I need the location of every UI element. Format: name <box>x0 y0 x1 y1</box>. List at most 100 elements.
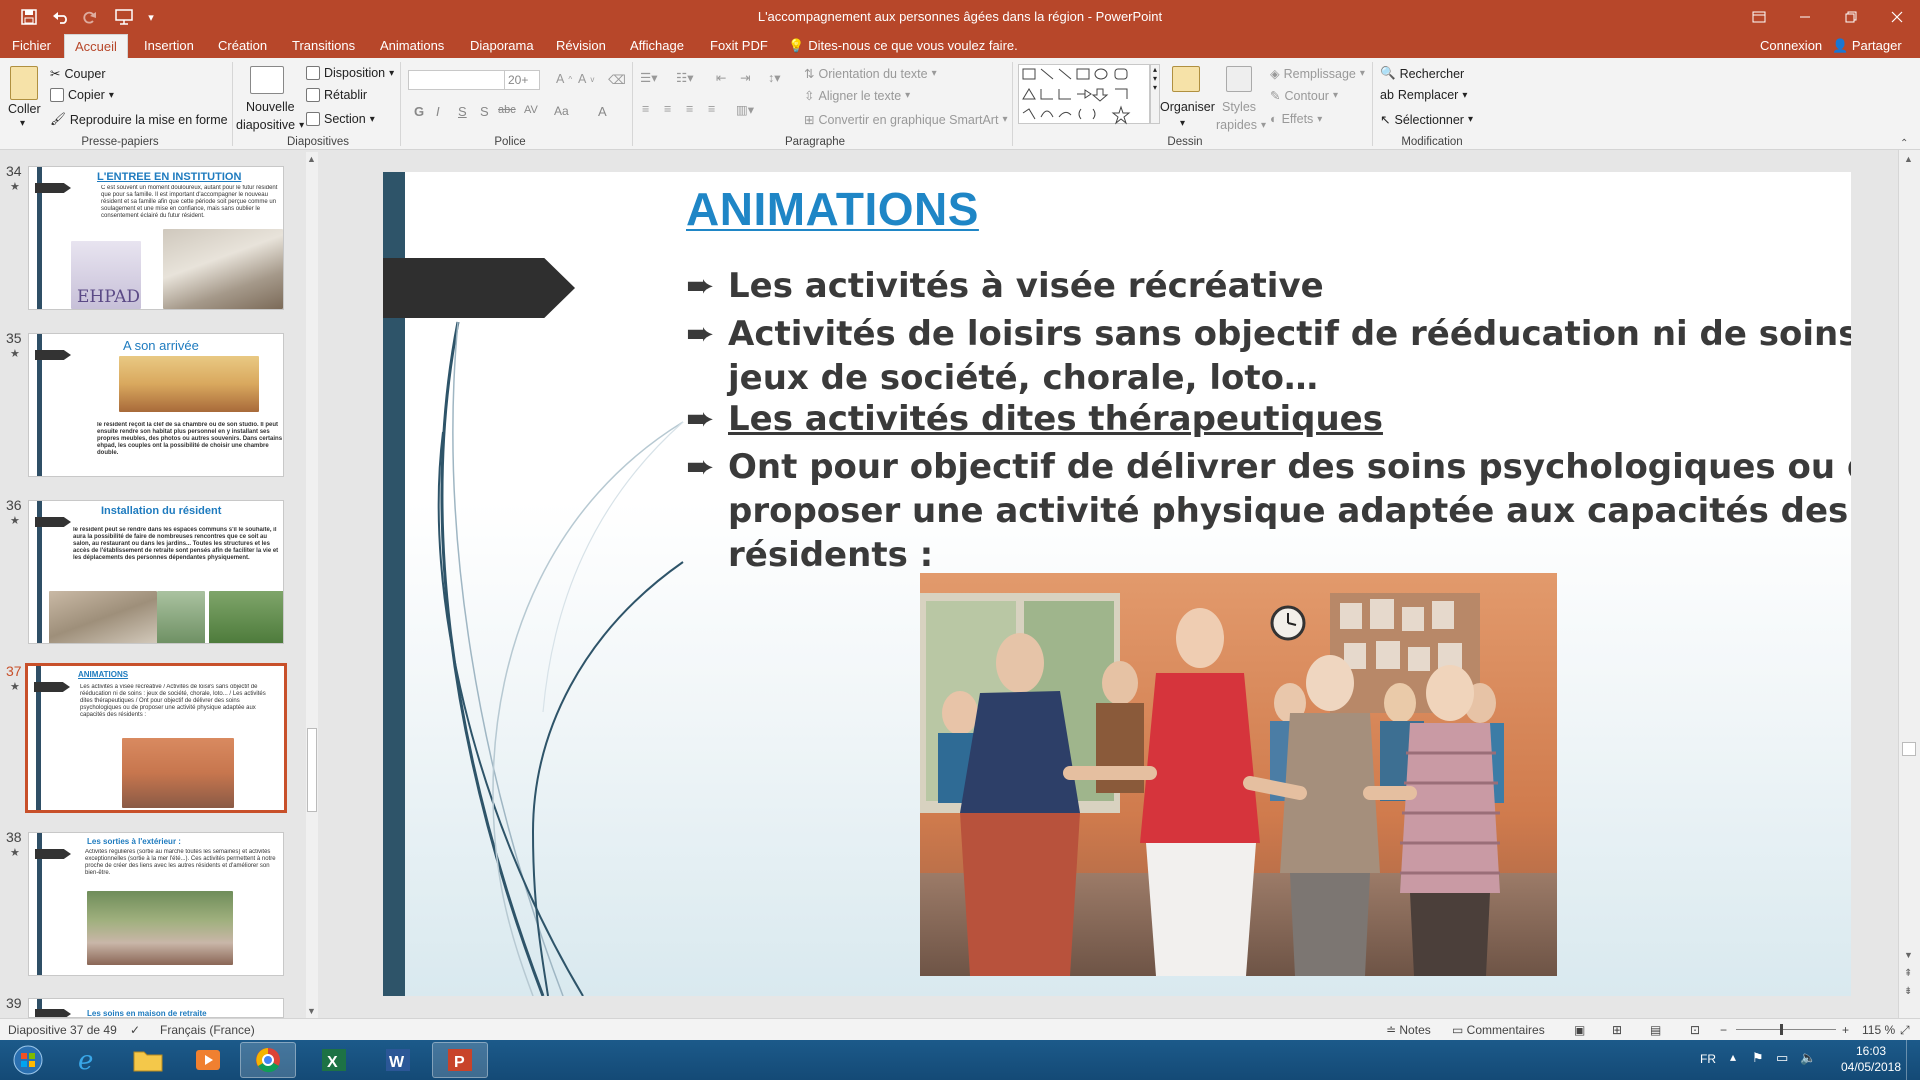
input-language[interactable]: FR <box>1700 1052 1716 1066</box>
previous-slide-icon[interactable]: ⇞ <box>1904 968 1912 979</box>
next-slide-icon[interactable]: ⇟ <box>1904 986 1912 997</box>
copy-button[interactable]: Copier ▾ <box>50 88 114 102</box>
slide-title[interactable]: ANIMATIONS <box>686 182 979 236</box>
notes-button[interactable]: ≐ Notes <box>1386 1023 1431 1037</box>
bullets-icon[interactable]: ☰▾ <box>640 70 657 85</box>
paste-dropdown-icon[interactable]: ▾ <box>20 118 25 129</box>
zoom-slider-thumb[interactable] <box>1780 1024 1783 1035</box>
quick-styles-label-1[interactable]: Styles <box>1222 100 1256 114</box>
tab-animations[interactable]: Animations <box>370 34 454 58</box>
slide-thumbnail-37[interactable]: ANIMATIONS Les activités à visée récréat… <box>25 663 287 813</box>
signin-link[interactable]: Connexion <box>1760 34 1822 58</box>
slide-thumbnail-34[interactable]: L'ENTREE EN INSTITUTION C est souvent un… <box>28 166 284 310</box>
normal-view-icon[interactable]: ▣ <box>1574 1023 1585 1037</box>
find-button[interactable]: 🔍 Rechercher <box>1380 66 1464 81</box>
internet-explorer-icon[interactable]: e <box>60 1042 116 1078</box>
scroll-down-icon[interactable]: ▼ <box>1904 950 1913 960</box>
font-size-input[interactable]: 20+ <box>504 70 540 90</box>
new-slide-label-1[interactable]: Nouvelle <box>246 100 295 114</box>
format-painter-button[interactable]: 🖌 Reproduire la mise en forme <box>50 112 228 127</box>
paste-button[interactable]: Coller <box>8 102 41 116</box>
tab-creation[interactable]: Création <box>208 34 277 58</box>
justify-icon[interactable]: ≡ <box>708 102 715 116</box>
quick-styles-button[interactable]: rapides ▾ <box>1216 118 1266 132</box>
new-slide-icon[interactable] <box>250 66 284 94</box>
columns-icon[interactable]: ▥▾ <box>736 102 754 117</box>
word-icon[interactable]: W <box>370 1042 426 1078</box>
numbering-icon[interactable]: ☷▾ <box>676 70 693 85</box>
grow-font-icon[interactable]: A ^ <box>556 72 572 86</box>
quick-styles-icon[interactable] <box>1226 66 1252 92</box>
slide-sorter-icon[interactable]: ⊞ <box>1612 1023 1622 1037</box>
italic-icon[interactable]: I <box>436 104 440 119</box>
shapes-gallery-scroll[interactable]: ▴ ▾ ▾ <box>1150 64 1160 124</box>
shadow-icon[interactable]: S <box>480 104 489 119</box>
show-desktop-button[interactable] <box>1906 1040 1920 1080</box>
shape-outline-button[interactable]: ✎ Contour ▾ <box>1270 88 1338 104</box>
tab-accueil[interactable]: Accueil <box>64 34 128 58</box>
replace-button[interactable]: ab Remplacer ▾ <box>1380 88 1467 102</box>
smartart-button[interactable]: ⊞ Convertir en graphique SmartArt ▾ <box>804 112 1007 128</box>
residents-dancing-photo[interactable] <box>920 573 1557 976</box>
underline-icon[interactable]: S <box>458 104 467 119</box>
slide-thumbnail-36[interactable]: Installation du résident le résident peu… <box>28 500 284 644</box>
shape-effects-button[interactable]: ◐ Effets ▾ <box>1270 112 1322 126</box>
scroll-down-icon[interactable]: ▼ <box>307 1006 316 1016</box>
align-right-icon[interactable]: ≡ <box>686 102 693 116</box>
restore-icon[interactable] <box>1828 0 1874 34</box>
font-name-input[interactable] <box>408 70 506 90</box>
arrange-dropdown-icon[interactable]: ▾ <box>1180 118 1185 129</box>
section-button[interactable]: Section ▾ <box>306 112 375 126</box>
change-case-icon[interactable]: Aa <box>554 104 569 118</box>
clear-format-icon[interactable]: ⌫ <box>608 72 626 87</box>
spellcheck-icon[interactable]: ✓ <box>130 1023 140 1037</box>
tab-foxit-pdf[interactable]: Foxit PDF <box>700 34 778 58</box>
start-button-icon[interactable] <box>0 1042 56 1078</box>
language-indicator[interactable]: Français (France) <box>160 1023 255 1037</box>
paste-icon[interactable] <box>10 66 38 100</box>
bold-icon[interactable]: G <box>414 104 424 119</box>
increase-indent-icon[interactable]: ⇥ <box>740 70 750 85</box>
collapse-ribbon-icon[interactable]: ⌃ <box>1900 138 1908 149</box>
tab-diaporama[interactable]: Diaporama <box>460 34 544 58</box>
minimize-icon[interactable] <box>1782 0 1828 34</box>
strikethrough-icon[interactable]: abc <box>498 104 516 116</box>
zoom-level[interactable]: 115 % <box>1862 1023 1895 1037</box>
zoom-in-icon[interactable]: + <box>1842 1023 1849 1037</box>
slide-thumbnail-35[interactable]: A son arrivée le résident reçoit la clef… <box>28 333 284 477</box>
zoom-out-icon[interactable]: − <box>1720 1023 1727 1037</box>
slide-thumbnail-38[interactable]: Les sorties à l'extérieur : Activités ré… <box>28 832 284 976</box>
arrange-icon[interactable] <box>1172 66 1200 92</box>
tab-transitions[interactable]: Transitions <box>282 34 365 58</box>
tray-expand-icon[interactable]: ▴ <box>1730 1050 1736 1064</box>
slide-thumbnail-39[interactable]: Les soins en maison de retraite <box>28 998 284 1018</box>
spacing-icon[interactable]: AV <box>524 104 538 116</box>
align-text-button[interactable]: ⇳ Aligner le texte ▾ <box>804 88 910 104</box>
layout-button[interactable]: Disposition ▾ <box>306 66 394 80</box>
ribbon-display-icon[interactable] <box>1736 0 1782 34</box>
scroll-thumb[interactable] <box>1902 742 1916 756</box>
tab-revision[interactable]: Révision <box>546 34 616 58</box>
decrease-indent-icon[interactable]: ⇤ <box>716 70 726 85</box>
slide-vertical-scrollbar[interactable]: ▲ ▼ ⇞ ⇟ <box>1898 150 1920 1020</box>
fit-to-window-icon[interactable]: ⤢ <box>1900 1023 1910 1038</box>
new-slide-button[interactable]: diapositive ▾ <box>236 118 304 132</box>
shrink-font-icon[interactable]: Av <box>578 72 594 86</box>
share-button[interactable]: 👤 Partager <box>1832 34 1902 58</box>
scroll-up-icon[interactable]: ▲ <box>307 154 316 164</box>
shape-fill-button[interactable]: ◈ Remplissage ▾ <box>1270 66 1365 82</box>
system-clock[interactable]: 16:03 04/05/2018 <box>1840 1043 1902 1075</box>
line-spacing-icon[interactable]: ↕▾ <box>768 70 781 85</box>
text-direction-button[interactable]: ⇅ Orientation du texte ▾ <box>804 66 937 82</box>
slideshow-view-icon[interactable]: ⊡ <box>1690 1023 1700 1037</box>
scroll-up-icon[interactable]: ▲ <box>1904 154 1913 164</box>
tab-affichage[interactable]: Affichage <box>620 34 694 58</box>
thumbnail-scroll-thumb[interactable] <box>307 728 317 812</box>
select-button[interactable]: ↖ Sélectionner ▾ <box>1380 112 1473 128</box>
media-player-icon[interactable] <box>180 1042 236 1078</box>
font-color-icon[interactable]: A <box>598 104 607 119</box>
chrome-icon[interactable] <box>240 1042 296 1078</box>
cut-button[interactable]: ✂ Couper <box>50 66 105 82</box>
comments-button[interactable]: ▭ Commentaires <box>1452 1023 1545 1037</box>
excel-icon[interactable]: X <box>306 1042 362 1078</box>
